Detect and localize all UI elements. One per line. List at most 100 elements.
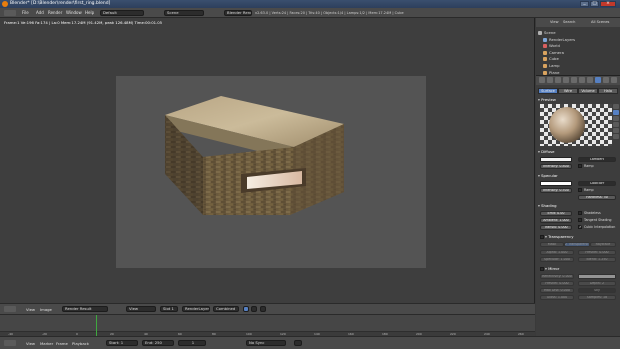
transparency-mask-button[interactable]: Mask [540,242,564,247]
preview-panel-header[interactable]: Preview [538,97,618,103]
particles-tab-icon[interactable] [611,77,617,83]
zoom-icon[interactable] [260,306,266,312]
object-tab-icon[interactable] [563,77,569,83]
menu-frame[interactable]: Frame [56,341,68,346]
current-frame-field[interactable]: 1 [178,340,206,346]
world-tab-icon[interactable] [555,77,561,83]
reflectivity-slider[interactable]: Reflectivity: 0.000 [540,274,574,279]
view-mode-select[interactable]: View [126,306,156,312]
playhead[interactable] [96,315,97,337]
diffuse-shader-select[interactable]: Lambert [578,157,616,162]
transparency-panel-header[interactable]: Transparency [545,234,615,240]
specular-panel-header[interactable]: Specular [538,173,618,179]
translucency-slider[interactable]: Translu: 0.000 [540,225,572,230]
preview-monkey-icon[interactable] [613,122,619,127]
specular-color-swatch[interactable] [540,181,572,186]
preview-hair-icon[interactable] [613,128,619,133]
transparency-raytrace-button[interactable]: Raytrace [590,242,616,247]
outliner-item-label: Plane [549,69,560,75]
minimize-button[interactable]: _ [580,1,589,7]
display-channels-icon[interactable] [243,306,249,312]
mirror-color-swatch[interactable] [578,274,616,279]
slot-select[interactable]: Slot 1 [160,306,178,312]
emit-slider[interactable]: Emit: 0.00 [540,211,572,216]
timeline[interactable]: -40 -20 0 20 40 60 80 100 120 140 160 180 200 220 240 2… [0,314,535,337]
preview-sky-icon[interactable] [613,134,619,139]
material-tab-icon[interactable] [595,77,601,83]
menu-view[interactable]: View [26,307,35,312]
menu-render[interactable]: Render [48,10,62,16]
alpha-slider[interactable]: Alpha: 1.000 [540,250,574,255]
menu-help[interactable]: Help [85,10,94,16]
data-tab-icon[interactable] [587,77,593,83]
scene-tab-icon[interactable] [547,77,553,83]
constraints-tab-icon[interactable] [571,77,577,83]
shadeless-checkbox[interactable] [578,211,582,215]
menu-playback[interactable]: Playback [72,341,89,346]
render-layer-select[interactable]: RenderLayer [182,306,210,312]
diffuse-ramp-checkbox[interactable] [578,164,582,168]
tab-wire[interactable]: Wire [558,88,578,94]
editor-type-icon[interactable] [4,10,16,16]
mirror-panel-header[interactable]: Mirror [545,266,615,272]
outliner-item[interactable]: Plane [538,69,618,76]
menu-add[interactable]: Add [36,10,44,16]
preview-sphere-icon[interactable] [613,110,619,115]
image-name-field[interactable]: Render Result [62,306,108,312]
preview-cube-icon[interactable] [613,116,619,121]
preview-flat-icon[interactable] [613,104,619,109]
ambient-slider[interactable]: Ambient: 1.000 [540,218,572,223]
mirror-depth-slider[interactable]: Depth: 2 [578,281,616,286]
menu-view[interactable]: View [26,341,35,346]
editor-type-icon[interactable] [4,306,16,312]
tab-volume[interactable]: Volume [578,88,598,94]
mirror-samples-slider[interactable]: Samples: 18 [578,295,616,300]
specular-ramp-checkbox[interactable] [578,188,582,192]
end-frame-field[interactable]: End: 250 [142,340,174,346]
outliner-display-select[interactable]: All Scenes [591,20,609,24]
diffuse-panel-header[interactable]: Diffuse [538,149,618,155]
transparency-fresnel-slider[interactable]: Fresnel: 0.000 [578,250,616,255]
mirror-checkbox[interactable] [540,267,544,271]
menu-window[interactable]: Window [66,10,82,16]
cubic-interpolation-checkbox[interactable] [578,225,582,229]
maximize-button[interactable]: □ [590,1,599,7]
diffuse-color-swatch[interactable] [540,157,572,162]
outliner-menu-search[interactable]: Search [563,20,575,24]
transparency-blend-slider[interactable]: Blend: 1.250 [578,257,616,262]
start-frame-field[interactable]: Start: 1 [106,340,138,346]
render-engine-select[interactable]: Blender Render [224,10,252,16]
transparency-z-button[interactable]: Z Transparency [564,242,590,247]
alpha-icon[interactable] [251,306,257,312]
transparency-specular-slider[interactable]: Specular: 1.000 [540,257,574,262]
keying-icon[interactable] [294,340,302,346]
mirror-max-dist-slider[interactable]: Max Dist: 0.000 [540,288,574,293]
scene-select[interactable]: Scene [164,10,204,16]
close-button[interactable]: × [600,1,616,7]
tab-halo[interactable]: Halo [598,88,618,94]
diffuse-intensity-slider[interactable]: Intensity: 0.800 [540,164,572,169]
tangent-shading-checkbox[interactable] [578,218,582,222]
screen-layout-select[interactable]: Default [100,10,144,16]
mirror-fade-to-select[interactable]: Sky [578,288,616,293]
render-tab-icon[interactable] [539,77,545,83]
menu-file[interactable]: File [22,10,29,16]
menu-image[interactable]: Image [40,307,52,312]
outliner-menu-view[interactable]: View [550,20,559,24]
tab-surface[interactable]: Surface [538,88,558,94]
mirror-fresnel-slider[interactable]: Fresnel: 0.000 [540,281,574,286]
render-pass-select[interactable]: Combined [213,306,239,312]
texture-tab-icon[interactable] [603,77,609,83]
specular-intensity-slider[interactable]: Intensity: 0.500 [540,188,572,193]
specular-hardness-slider[interactable]: Hardness: 50 [578,195,616,200]
specular-shader-select[interactable]: CookTorr [578,181,616,186]
image-editor[interactable]: Frame:1 Ve:196 Fa:174 | La:0 Mem:17.24M … [0,18,535,303]
shading-panel-header[interactable]: Shading [538,203,618,209]
sync-mode-select[interactable]: No Sync [246,340,286,346]
modifiers-tab-icon[interactable] [579,77,585,83]
menu-marker[interactable]: Marker [40,341,53,346]
mirror-gloss-slider[interactable]: Gloss: 1.000 [540,295,574,300]
transparency-checkbox[interactable] [540,235,544,239]
editor-type-icon[interactable] [4,340,16,346]
outliner[interactable]: View Search All Scenes Scene RenderLayers… [536,18,620,76]
